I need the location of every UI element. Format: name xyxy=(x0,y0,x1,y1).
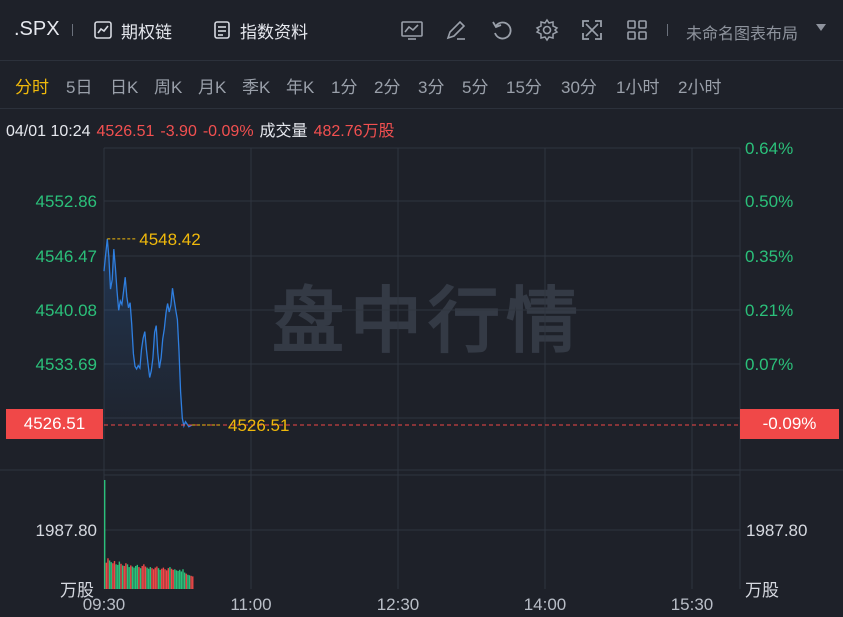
volume-bar xyxy=(151,568,153,589)
current-pct-badge: -0.09% xyxy=(740,409,839,439)
volume-bar xyxy=(152,569,155,589)
volume-bar xyxy=(110,562,112,589)
volume-bar xyxy=(117,564,119,589)
volume-bar xyxy=(192,576,194,589)
pct-tick-label: 0.21% xyxy=(745,301,793,320)
volume-bar xyxy=(146,567,148,589)
price-tick-label: 4540.08 xyxy=(36,301,97,320)
volume-bar xyxy=(177,570,179,589)
volume-bar xyxy=(105,562,108,589)
volume-bar xyxy=(183,572,186,589)
volume-unit-label: 万股 xyxy=(745,581,779,600)
current-price-badge: 4526.51 xyxy=(6,409,103,439)
price-tick-label: 4546.47 xyxy=(36,247,97,266)
price-tick-label: 4552.86 xyxy=(36,192,97,211)
volume-unit-label: 万股 xyxy=(60,581,94,600)
volume-bar xyxy=(157,568,160,589)
volume-bar xyxy=(167,568,169,589)
volume-bar xyxy=(185,573,187,589)
volume-bar xyxy=(182,569,184,589)
volume-bar xyxy=(128,567,130,589)
volume-bar xyxy=(143,564,145,589)
time-tick-label: 14:00 xyxy=(524,595,567,614)
volume-bar xyxy=(148,568,150,589)
volume-bar xyxy=(130,565,132,589)
volume-bar xyxy=(141,565,143,589)
volume-bar xyxy=(172,569,174,589)
volume-bar xyxy=(179,569,181,589)
volume-bar xyxy=(115,564,117,589)
pct-tick-label: 0.50% xyxy=(745,192,793,211)
volume-tick-label: 1987.80 xyxy=(746,521,807,540)
price-tick-label: 4533.69 xyxy=(36,355,97,374)
time-tick-label: 12:30 xyxy=(377,595,420,614)
volume-bar xyxy=(138,567,140,589)
volume-bar xyxy=(175,570,178,589)
volume-tick-label: 1987.80 xyxy=(36,521,97,540)
high-price-label: 4548.42 xyxy=(139,230,200,249)
volume-bar xyxy=(126,564,129,589)
pct-tick-label: 0.07% xyxy=(745,355,793,374)
volume-bar xyxy=(190,575,192,589)
volume-bar xyxy=(162,567,165,589)
volume-bar xyxy=(112,563,114,589)
volume-bar xyxy=(144,566,147,589)
volume-bar xyxy=(188,575,191,589)
volume-bar xyxy=(174,569,176,589)
volume-bar xyxy=(123,565,125,589)
volume-bar xyxy=(121,565,124,589)
chart-grid xyxy=(103,147,741,589)
volume-bar xyxy=(164,569,166,589)
volume-bar xyxy=(159,569,161,589)
price-area xyxy=(104,238,193,427)
time-tick-label: 11:00 xyxy=(230,595,271,614)
volume-bar xyxy=(125,563,127,589)
volume-bar xyxy=(161,568,163,589)
time-tick-label: 15:30 xyxy=(671,595,714,614)
volume-bar xyxy=(180,571,183,589)
volume-bar xyxy=(187,574,189,589)
volume-bar xyxy=(107,558,109,589)
volume-bar xyxy=(139,568,142,589)
volume-bar xyxy=(113,561,116,589)
volume-bar xyxy=(169,567,171,589)
volume-bar xyxy=(170,568,173,589)
volume-bar xyxy=(134,565,137,589)
pct-tick-label: 0.64% xyxy=(745,139,793,158)
last-price-label: 4526.51 xyxy=(228,416,289,435)
intraday-chart[interactable]: 4552.86 4546.47 4540.08 4533.69 0.64% 0.50% 0.… xyxy=(0,0,843,617)
volume-bar xyxy=(120,563,122,589)
volume-bar xyxy=(149,567,152,589)
volume-bar xyxy=(131,566,134,589)
pct-tick-label: 0.35% xyxy=(745,247,793,266)
volume-bar xyxy=(156,566,158,589)
volume-bar xyxy=(165,570,168,589)
volume-bar xyxy=(104,480,106,589)
volume-bar xyxy=(136,564,139,589)
volume-bar xyxy=(108,560,111,589)
volume-bar xyxy=(133,567,135,589)
volume-bar xyxy=(154,567,156,589)
volume-bar xyxy=(118,561,121,589)
